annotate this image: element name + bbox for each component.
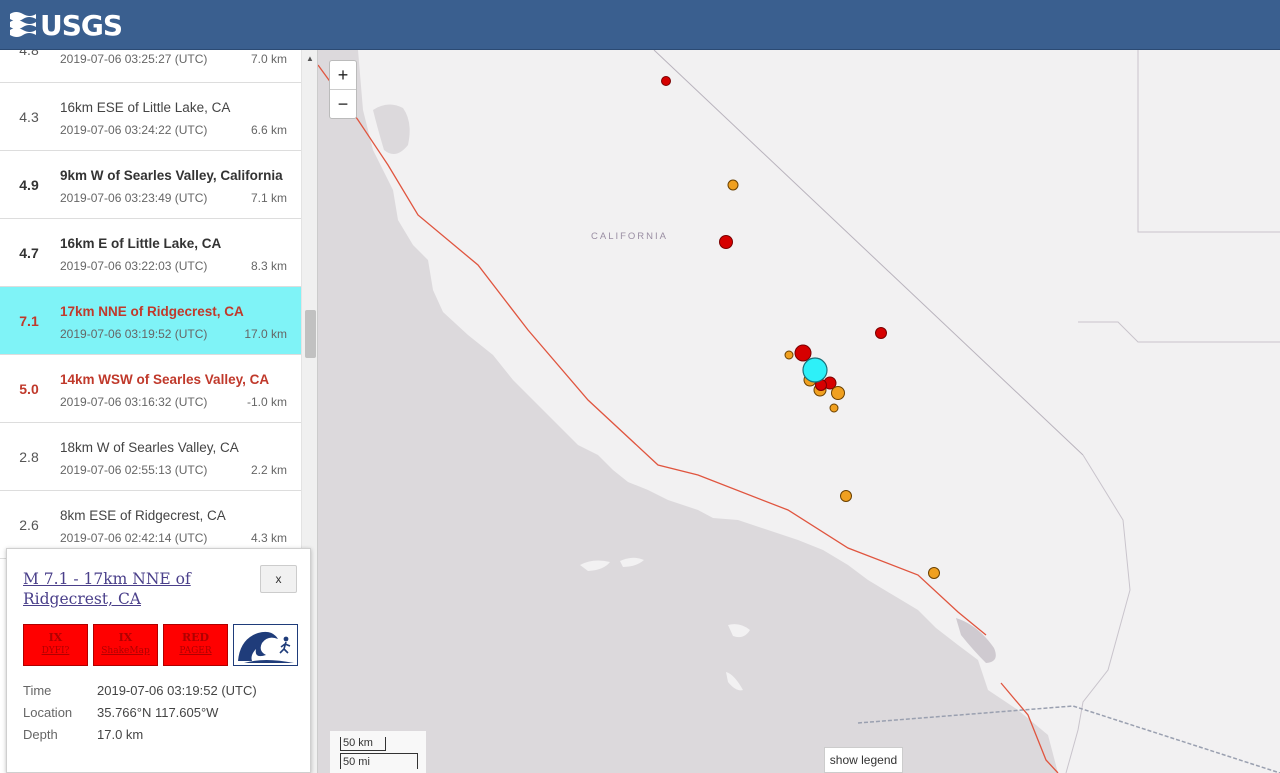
earthquake-marker[interactable]	[784, 350, 794, 360]
earthquake-list: 4.8 2019-07-06 03:25:27 (UTC) 7.0 km 4.3…	[0, 50, 301, 559]
show-legend-button[interactable]: show legend	[824, 747, 903, 773]
detail-value: 35.766°N 117.605°W	[97, 705, 219, 720]
usgs-wave-icon	[10, 12, 36, 37]
list-item-time: 2019-07-06 02:42:14 (UTC)	[60, 531, 208, 545]
list-item-time: 2019-07-06 03:25:27 (UTC)	[60, 52, 208, 66]
list-item-place: 17km NNE of Ridgecrest, CA	[60, 304, 244, 319]
detail-row: Time 2019-07-06 03:19:52 (UTC)	[23, 683, 257, 705]
detail-label: Time	[23, 683, 52, 698]
logo-text: USGS	[40, 8, 123, 42]
earthquake-marker[interactable]	[831, 386, 845, 400]
list-item-time: 2019-07-06 02:55:13 (UTC)	[60, 463, 208, 477]
list-item-depth: 8.3 km	[250, 259, 287, 273]
earthquake-marker[interactable]	[875, 327, 887, 339]
list-item-magnitude: 4.7	[19, 245, 39, 261]
badge-link[interactable]: PAGER	[164, 646, 227, 656]
scroll-up-arrow-icon[interactable]: ▲	[306, 54, 314, 63]
badge-intensity: IX	[118, 631, 133, 644]
list-item-time: 2019-07-06 03:24:22 (UTC)	[60, 123, 208, 137]
list-item-place: 16km ESE of Little Lake, CA	[60, 100, 231, 115]
map-scale: 50 km 50 mi	[330, 731, 426, 773]
list-item-magnitude: 2.6	[19, 517, 39, 533]
list-item-magnitude: 2.8	[19, 449, 39, 465]
list-item-magnitude: 4.8	[19, 50, 39, 58]
list-item-depth: 7.0 km	[250, 52, 287, 66]
zoom-out-button[interactable]: −	[330, 89, 356, 117]
tsunami-icon	[234, 625, 297, 665]
list-item[interactable]: 4.7 16km E of Little Lake, CA 2019-07-06…	[0, 219, 301, 287]
earthquake-marker[interactable]	[661, 76, 671, 86]
list-item-place: 9km W of Searles Valley, California	[60, 168, 283, 183]
list-item[interactable]: 5.0 14km WSW of Searles Valley, CA 2019-…	[0, 355, 301, 423]
pager-badge[interactable]: RED PAGER	[163, 624, 228, 666]
detail-label: Location	[23, 705, 73, 720]
detail-row: Depth 17.0 km	[23, 727, 257, 749]
list-item-magnitude: 7.1	[19, 313, 39, 329]
list-item[interactable]: 2.8 18km W of Searles Valley, CA 2019-07…	[0, 423, 301, 491]
badge-link[interactable]: ShakeMap	[94, 646, 157, 656]
selected-earthquake-marker[interactable]	[802, 357, 828, 383]
close-button[interactable]: x	[260, 565, 297, 593]
event-title-link[interactable]: M 7.1 - 17km NNE of Ridgecrest, CA	[23, 569, 243, 609]
list-item-depth: 17.0 km	[244, 327, 287, 341]
detail-value: 2019-07-06 03:19:52 (UTC)	[97, 683, 257, 698]
tsunami-badge[interactable]	[233, 624, 298, 666]
earthquake-marker[interactable]	[727, 179, 739, 191]
badge-link[interactable]: DYFI?	[24, 646, 87, 656]
list-item-place: 16km E of Little Lake, CA	[60, 236, 222, 251]
earthquake-marker[interactable]	[840, 490, 852, 502]
list-item-magnitude: 5.0	[19, 381, 39, 397]
list-item-time: 2019-07-06 03:16:32 (UTC)	[60, 395, 208, 409]
badge-intensity: IX	[48, 631, 63, 644]
map-view[interactable]: CALIFORNIA + − 50 km 50 mi show legend	[318, 50, 1280, 773]
event-details: Time 2019-07-06 03:19:52 (UTC) Location …	[23, 683, 257, 749]
scrollbar-thumb[interactable]	[305, 310, 316, 358]
list-item[interactable]: 4.8 2019-07-06 03:25:27 (UTC) 7.0 km	[0, 50, 301, 83]
list-item[interactable]: 4.9 9km W of Searles Valley, California …	[0, 151, 301, 219]
earthquake-marker[interactable]	[719, 235, 733, 249]
list-item-magnitude: 4.3	[19, 109, 39, 125]
list-item-depth: 6.6 km	[250, 123, 287, 137]
list-item[interactable]: 4.3 16km ESE of Little Lake, CA 2019-07-…	[0, 83, 301, 151]
state-label: CALIFORNIA	[591, 231, 669, 242]
header-bar: USGS	[0, 0, 1280, 50]
zoom-in-button[interactable]: +	[330, 61, 356, 89]
list-item-time: 2019-07-06 03:19:52 (UTC)	[60, 327, 208, 341]
list-item-depth: 7.1 km	[250, 191, 287, 205]
list-item-depth: -1.0 km	[246, 395, 287, 409]
list-item-selected[interactable]: 7.1 17km NNE of Ridgecrest, CA 2019-07-0…	[0, 287, 301, 355]
list-item-place: 14km WSW of Searles Valley, CA	[60, 372, 270, 387]
impact-badges: IX DYFI? IX ShakeMap RED PAGER	[23, 624, 298, 666]
list-item-depth: 4.3 km	[250, 531, 287, 545]
earthquake-marker[interactable]	[928, 567, 940, 579]
detail-row: Location 35.766°N 117.605°W	[23, 705, 257, 727]
detail-value: 17.0 km	[97, 727, 144, 742]
list-item-magnitude: 4.9	[19, 177, 39, 193]
detail-label: Depth	[23, 727, 58, 742]
list-item-place: 18km W of Searles Valley, CA	[60, 440, 239, 455]
list-item-depth: 2.2 km	[250, 463, 287, 477]
earthquake-marker[interactable]	[794, 344, 812, 362]
list-item-time: 2019-07-06 03:22:03 (UTC)	[60, 259, 208, 273]
zoom-control: + −	[329, 60, 357, 119]
shakemap-badge[interactable]: IX ShakeMap	[93, 624, 158, 666]
badge-alert-level: RED	[181, 631, 210, 644]
event-popup: M 7.1 - 17km NNE of Ridgecrest, CA x IX …	[6, 548, 311, 773]
earthquake-markers-layer[interactable]	[318, 50, 1280, 773]
scale-mi-label: 50 mi	[340, 753, 418, 769]
scale-km-label: 50 km	[340, 737, 386, 751]
usgs-logo[interactable]: USGS	[10, 8, 123, 42]
dyfi-badge[interactable]: IX DYFI?	[23, 624, 88, 666]
list-item-time: 2019-07-06 03:23:49 (UTC)	[60, 191, 208, 205]
list-item-place: 8km ESE of Ridgecrest, CA	[60, 508, 226, 523]
earthquake-marker[interactable]	[829, 403, 839, 413]
